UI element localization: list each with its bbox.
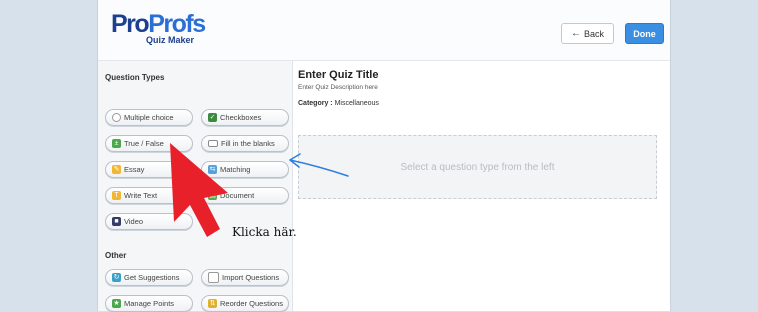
manage-points-button[interactable]: ★ Manage Points xyxy=(105,295,193,312)
header: ProProfs Quiz Maker ← Back Done xyxy=(98,0,670,61)
app-window: ProProfs Quiz Maker ← Back Done Question… xyxy=(97,0,672,312)
get-suggestions-label: Get Suggestions xyxy=(124,273,180,282)
proprofs-logo[interactable]: ProProfs Quiz Maker xyxy=(111,12,206,46)
get-suggestions-button[interactable]: ↻ Get Suggestions xyxy=(105,269,193,286)
video-label: Video xyxy=(124,217,144,226)
other-title: Other xyxy=(105,251,127,260)
quiz-editor: Enter Quiz Title Enter Quiz Description … xyxy=(298,61,672,311)
suggestions-icon: ↻ xyxy=(112,273,121,282)
import-icon xyxy=(208,272,219,283)
reorder-icon: ⇅ xyxy=(208,299,217,308)
checkboxes-button[interactable]: ✓ Checkboxes xyxy=(201,109,289,126)
quiz-category[interactable]: Category : Miscellaneous xyxy=(298,100,379,107)
blank-field-icon xyxy=(208,140,218,147)
checkbox-icon: ✓ xyxy=(208,113,217,122)
document-icon: ▤ xyxy=(208,191,217,200)
matching-button[interactable]: ⇆ Matching xyxy=(201,161,289,178)
quiz-title[interactable]: Enter Quiz Title xyxy=(298,69,378,81)
question-types-title: Question Types xyxy=(105,73,165,82)
import-questions-label: Import Questions xyxy=(222,273,280,282)
document-button[interactable]: ▤ Document xyxy=(201,187,289,204)
reorder-questions-label: Reorder Questions xyxy=(220,299,283,308)
film-icon: ■ xyxy=(112,217,121,226)
radio-icon xyxy=(112,113,121,122)
logo-subtitle: Quiz Maker xyxy=(146,35,195,45)
reorder-questions-button[interactable]: ⇅ Reorder Questions xyxy=(201,295,289,312)
back-button[interactable]: ← Back xyxy=(561,23,614,44)
logo-wordmark: ProProfs xyxy=(111,10,206,38)
essay-button[interactable]: ✎ Essay xyxy=(105,161,193,178)
write-text-label: Write Text xyxy=(124,191,158,200)
fill-in-the-blanks-label: Fill in the blanks xyxy=(221,139,275,148)
write-text-button[interactable]: T Write Text xyxy=(105,187,193,204)
category-label: Category : xyxy=(298,100,333,107)
true-false-icon: ± xyxy=(112,139,121,148)
true-false-label: True / False xyxy=(124,139,164,148)
pencil-icon: ✎ xyxy=(112,165,121,174)
video-button[interactable]: ■ Video xyxy=(105,213,193,230)
back-button-label: Back xyxy=(583,28,604,39)
done-button-label: Done xyxy=(633,28,656,39)
multiple-choice-label: Multiple choice xyxy=(124,113,174,122)
document-label: Document xyxy=(220,191,255,200)
done-button[interactable]: Done xyxy=(625,23,664,44)
manage-points-label: Manage Points xyxy=(124,299,175,308)
import-questions-button[interactable]: Import Questions xyxy=(201,269,289,286)
quiz-description[interactable]: Enter Quiz Description here xyxy=(298,84,378,91)
category-value: Miscellaneous xyxy=(334,100,379,107)
matching-icon: ⇆ xyxy=(208,165,217,174)
text-icon: T xyxy=(112,191,121,200)
question-types-sidebar: Question Types Multiple choice ✓ Checkbo… xyxy=(98,61,293,312)
question-dropzone[interactable]: Select a question type from the left xyxy=(298,135,657,199)
multiple-choice-button[interactable]: Multiple choice xyxy=(105,109,193,126)
matching-label: Matching xyxy=(220,165,251,174)
points-icon: ★ xyxy=(112,299,121,308)
checkboxes-label: Checkboxes xyxy=(220,113,262,122)
fill-in-the-blanks-button[interactable]: Fill in the blanks xyxy=(201,135,289,152)
true-false-button[interactable]: ± True / False xyxy=(105,135,193,152)
dropzone-text: Select a question type from the left xyxy=(400,161,555,173)
annotation-text: Klicka här. xyxy=(232,225,297,239)
essay-label: Essay xyxy=(124,165,145,174)
back-arrow-icon: ← xyxy=(570,28,581,39)
